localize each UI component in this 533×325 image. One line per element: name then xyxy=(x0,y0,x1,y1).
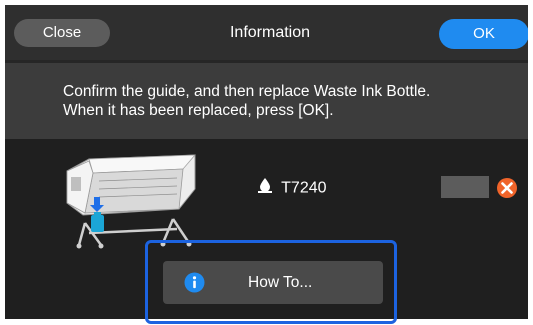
printer-illustration xyxy=(66,154,196,249)
ok-button[interactable]: OK xyxy=(439,19,528,49)
ink-level-bar xyxy=(441,176,489,198)
instruction-line-2: When it has been replaced, press [OK]. xyxy=(63,102,334,119)
info-icon xyxy=(184,272,205,298)
instruction-text: Confirm the guide, and then replace Wast… xyxy=(63,82,513,120)
ink-model-label: T7240 xyxy=(281,179,327,197)
how-to-label: How To... xyxy=(248,274,313,291)
instruction-line-1: Confirm the guide, and then replace Wast… xyxy=(63,83,431,100)
dialog-title: Information xyxy=(229,24,311,41)
error-x-icon xyxy=(496,177,518,204)
close-button[interactable]: Close xyxy=(14,19,110,47)
message-panel: Confirm the guide, and then replace Wast… xyxy=(5,63,528,139)
ink-indicator: T7240 xyxy=(257,177,327,199)
ink-drop-icon xyxy=(257,177,273,200)
dialog-header: Close Information OK xyxy=(5,5,528,60)
how-to-button[interactable]: How To... xyxy=(163,261,383,304)
